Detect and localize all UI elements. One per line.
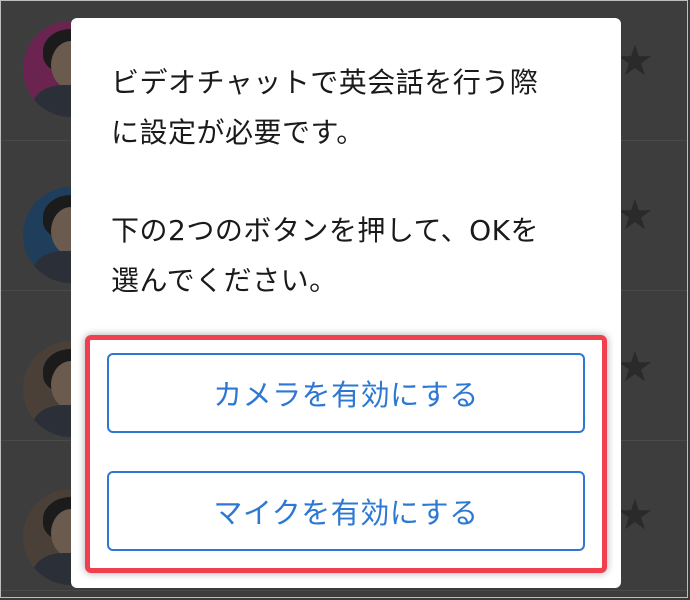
message-line: に設定が必要です。 (111, 116, 365, 149)
message-line: 選んでください。 (111, 264, 338, 297)
enable-mic-button[interactable]: マイクを有効にする (107, 471, 585, 551)
enable-camera-button[interactable]: カメラを有効にする (107, 353, 585, 433)
message-line: ビデオチャットで英会話を行う際 (111, 66, 539, 99)
dialog-message: ビデオチャットで英会話を行う際 に設定が必要です。 下の2つのボタンを押して、O… (111, 58, 591, 306)
message-line: 下の2つのボタンを押して、OKを (111, 214, 539, 247)
screen-frame: ★ ★ ★ ★ ビデオチャットで英会話を行う際 に設定が必要です。 下の2つのボ… (0, 0, 688, 598)
